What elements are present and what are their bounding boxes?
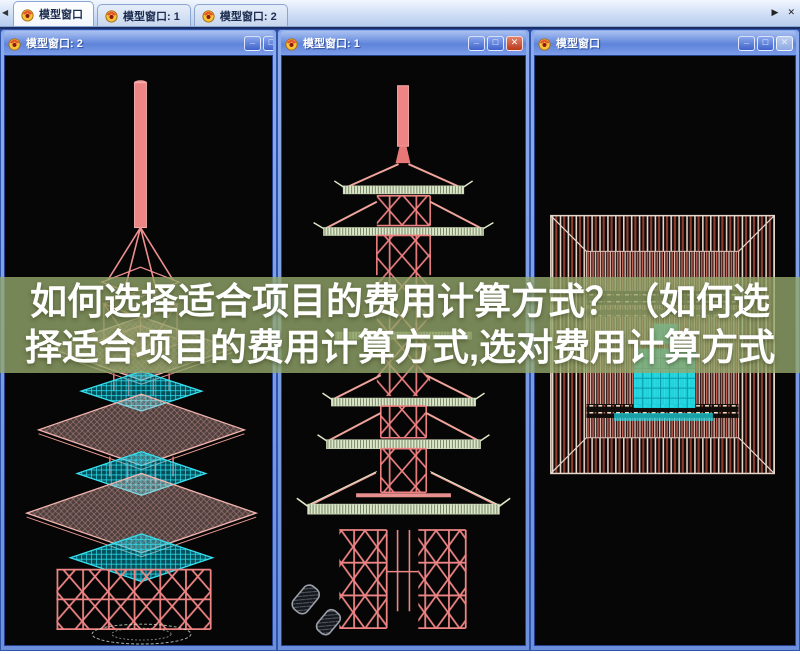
titlebar-model-1[interactable]: 模型窗口: 1 _ □ ✕ xyxy=(281,31,526,55)
banner-line-1: 如何选择适合项目的费用计算方式？（如何选 xyxy=(30,279,770,325)
model-window-icon xyxy=(201,8,216,23)
footprint-icon xyxy=(289,582,342,637)
titlebar-model-2[interactable]: 模型窗口: 2 _ □ xyxy=(4,31,273,55)
tab-label: 模型窗口 xyxy=(39,6,83,22)
window-title: 模型窗口: 2 xyxy=(26,35,240,51)
model-window-icon xyxy=(104,8,119,23)
tab-label: 模型窗口: 1 xyxy=(123,8,180,24)
minimize-button[interactable]: _ xyxy=(468,36,485,51)
model-window-icon xyxy=(537,36,552,51)
banner-line-2: 择适合项目的费用计算方式,选对费用计算方式 xyxy=(25,325,775,371)
maximize-button[interactable]: □ xyxy=(757,36,774,51)
tab-model-window-1[interactable]: 模型窗口: 1 xyxy=(97,4,191,26)
tab-model-window-2[interactable]: 模型窗口: 2 xyxy=(194,4,288,26)
titlebar-model[interactable]: 模型窗口 _ □ ✕ xyxy=(534,31,796,55)
maximize-button[interactable]: □ xyxy=(263,36,273,51)
lattice-legs xyxy=(339,530,465,628)
tab-label: 模型窗口: 2 xyxy=(220,8,277,24)
title-banner: 如何选择适合项目的费用计算方式？（如何选 择适合项目的费用计算方式,选对费用计算… xyxy=(0,277,800,373)
spire xyxy=(396,86,411,163)
eave-level xyxy=(334,164,472,225)
model-window-icon xyxy=(20,7,35,22)
tab-scroll-right-icon[interactable]: ▶ xyxy=(772,7,779,18)
tab-bar: ◀ 模型窗口 模型窗口: 1 模型窗口: 2 xyxy=(0,0,800,27)
minimize-button[interactable]: _ xyxy=(738,36,755,51)
maximize-button[interactable]: □ xyxy=(487,36,504,51)
close-button[interactable]: ✕ xyxy=(506,36,523,51)
model-window-icon xyxy=(7,36,22,51)
tab-scroll-left-icon[interactable]: ◀ xyxy=(2,8,8,17)
lattice-legs xyxy=(56,570,210,644)
minimize-button[interactable]: _ xyxy=(244,36,261,51)
tab-close-icon[interactable]: ✕ xyxy=(787,7,795,18)
close-button[interactable]: ✕ xyxy=(776,36,793,51)
model-window-icon xyxy=(284,36,299,51)
window-title: 模型窗口: 1 xyxy=(303,35,464,51)
window-title: 模型窗口 xyxy=(556,35,734,51)
tab-model-window[interactable]: 模型窗口 xyxy=(13,1,94,26)
app-screen: ◀ 模型窗口 模型窗口: 1 模型窗口: 2 xyxy=(0,0,800,654)
